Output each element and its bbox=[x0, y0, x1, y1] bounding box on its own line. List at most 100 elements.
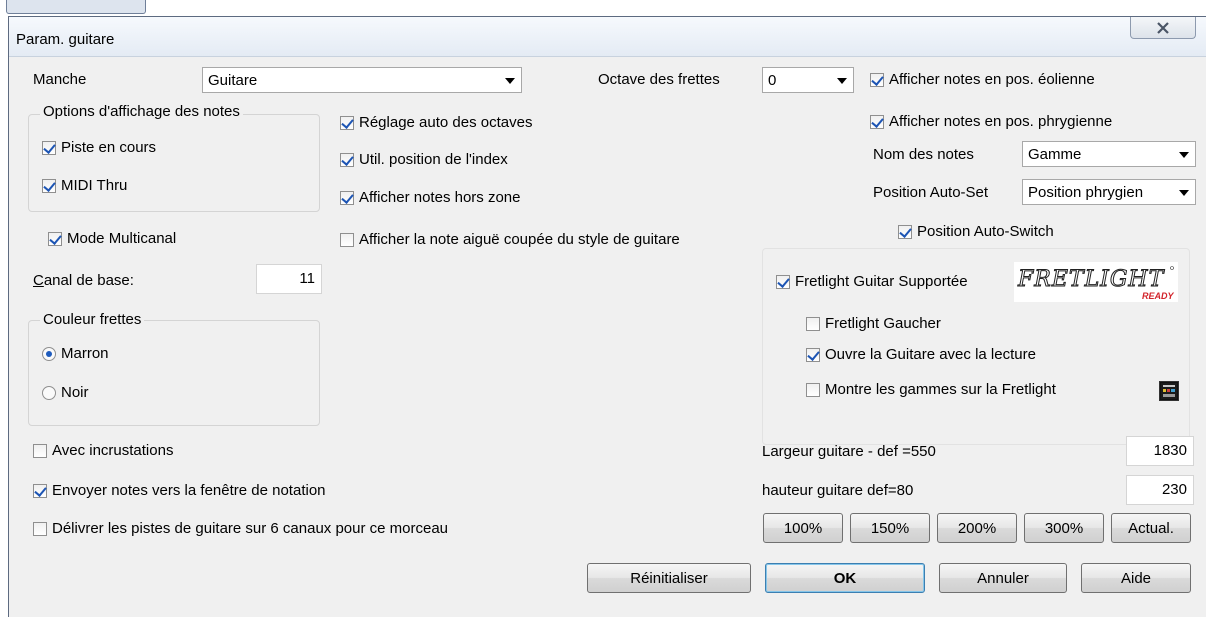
aigue-checkbox-row[interactable]: Afficher la note aiguë coupée du style d… bbox=[340, 231, 680, 248]
aigue-label: Afficher la note aiguë coupée du style d… bbox=[359, 231, 680, 248]
fretlight-logo-sub: READY bbox=[1142, 291, 1175, 301]
largeur-label: Largeur guitare - def =550 bbox=[762, 443, 936, 460]
close-icon bbox=[1157, 21, 1169, 34]
couleur-group-title: Couleur frettes bbox=[40, 312, 145, 328]
hors-zone-checkbox[interactable] bbox=[340, 190, 354, 205]
auto-switch-label: Position Auto-Switch bbox=[917, 223, 1054, 240]
fretlight-supported-label: Fretlight Guitar Supportée bbox=[795, 273, 968, 290]
cancel-button[interactable]: Annuler bbox=[939, 563, 1067, 593]
montre-checkbox-row[interactable]: Montre les gammes sur la Fretlight bbox=[806, 381, 1056, 398]
chevron-down-icon bbox=[1179, 190, 1189, 196]
marron-label: Marron bbox=[61, 345, 109, 362]
aeolian-checkbox-row[interactable]: Afficher notes en pos. éolienne bbox=[870, 71, 1095, 88]
multicanal-checkbox-row[interactable]: Mode Multicanal bbox=[48, 230, 176, 247]
delivrer-checkbox-row[interactable]: Délivrer les pistes de guitare sur 6 can… bbox=[33, 520, 448, 537]
ouvre-label: Ouvre la Guitare avec la lecture bbox=[825, 346, 1036, 363]
index-label: Util. position de l'index bbox=[359, 151, 508, 168]
auto-set-label: Position Auto-Set bbox=[873, 184, 989, 201]
zoom-300-button[interactable]: 300% bbox=[1024, 513, 1104, 543]
octave-value: 0 bbox=[768, 71, 777, 89]
canal-label: Canal de base: bbox=[33, 272, 134, 290]
fretlight-supported-checkbox[interactable] bbox=[776, 274, 790, 289]
fretlight-supported-row[interactable]: Fretlight Guitar Supportée bbox=[776, 273, 968, 290]
chevron-down-icon bbox=[505, 78, 515, 84]
montre-checkbox[interactable] bbox=[806, 382, 820, 397]
envoyer-checkbox[interactable] bbox=[33, 483, 47, 498]
ok-button[interactable]: OK bbox=[765, 563, 925, 593]
hors-zone-label: Afficher notes hors zone bbox=[359, 189, 521, 206]
nom-notes-label: Nom des notes bbox=[873, 146, 974, 163]
midi-thru-label: MIDI Thru bbox=[61, 177, 128, 194]
piste-checkbox-row[interactable]: Piste en cours bbox=[42, 139, 156, 156]
hauteur-input[interactable]: 230 bbox=[1126, 475, 1194, 505]
incrustations-checkbox[interactable] bbox=[33, 443, 47, 458]
marron-radio[interactable] bbox=[42, 346, 56, 361]
nom-notes-value: Gamme bbox=[1028, 145, 1082, 163]
taskbar-tab bbox=[6, 0, 146, 14]
reset-button[interactable]: Réinitialiser bbox=[587, 563, 751, 593]
montre-label: Montre les gammes sur la Fretlight bbox=[825, 381, 1056, 398]
aeolian-checkbox[interactable] bbox=[870, 72, 884, 87]
help-button[interactable]: Aide bbox=[1081, 563, 1191, 593]
octave-select[interactable]: 0 bbox=[762, 67, 854, 93]
ouvre-checkbox[interactable] bbox=[806, 347, 820, 362]
title-bar bbox=[9, 17, 1206, 57]
manche-label: Manche bbox=[33, 71, 87, 88]
multicanal-label: Mode Multicanal bbox=[67, 230, 177, 247]
piste-checkbox[interactable] bbox=[42, 140, 56, 155]
couleur-group bbox=[28, 320, 320, 426]
phrygian-checkbox-row[interactable]: Afficher notes en pos. phrygienne bbox=[870, 113, 1112, 130]
manche-select[interactable]: Guitare bbox=[202, 67, 522, 93]
zoom-200-button[interactable]: 200% bbox=[937, 513, 1017, 543]
aeolian-label: Afficher notes en pos. éolienne bbox=[889, 71, 1095, 88]
index-checkbox-row[interactable]: Util. position de l'index bbox=[340, 151, 508, 168]
midi-thru-checkbox-row[interactable]: MIDI Thru bbox=[42, 177, 127, 194]
auto-switch-checkbox[interactable] bbox=[898, 224, 912, 239]
auto-set-select[interactable]: Position phrygien bbox=[1022, 179, 1196, 205]
scale-display-graphic bbox=[1161, 383, 1177, 399]
auto-switch-checkbox-row[interactable]: Position Auto-Switch bbox=[898, 223, 1054, 240]
incrustations-checkbox-row[interactable]: Avec incrustations bbox=[33, 442, 173, 459]
delivrer-label: Délivrer les pistes de guitare sur 6 can… bbox=[52, 520, 449, 537]
manche-value: Guitare bbox=[208, 71, 258, 89]
ouvre-checkbox-row[interactable]: Ouvre la Guitare avec la lecture bbox=[806, 346, 1036, 363]
fretlight-logo-text: FRETLIGHT bbox=[1017, 267, 1166, 292]
gaucher-label: Fretlight Gaucher bbox=[825, 315, 941, 332]
phrygian-checkbox[interactable] bbox=[870, 114, 884, 129]
envoyer-checkbox-row[interactable]: Envoyer notes vers la fenêtre de notatio… bbox=[33, 482, 326, 499]
nom-notes-select[interactable]: Gamme bbox=[1022, 141, 1196, 167]
scale-display-icon[interactable] bbox=[1159, 381, 1179, 401]
noir-radio-row[interactable]: Noir bbox=[42, 384, 89, 401]
phrygian-label: Afficher notes en pos. phrygienne bbox=[889, 113, 1113, 130]
envoyer-label: Envoyer notes vers la fenêtre de notatio… bbox=[52, 482, 326, 499]
zoom-150-button[interactable]: 150% bbox=[850, 513, 930, 543]
reglage-checkbox-row[interactable]: Réglage auto des octaves bbox=[340, 114, 532, 131]
index-checkbox[interactable] bbox=[340, 152, 354, 167]
close-button[interactable] bbox=[1130, 17, 1196, 39]
canal-accel: C bbox=[33, 272, 44, 289]
largeur-input[interactable]: 1830 bbox=[1126, 436, 1194, 466]
zoom-100-button[interactable]: 100% bbox=[763, 513, 843, 543]
chevron-down-icon bbox=[1179, 152, 1189, 158]
delivrer-checkbox[interactable] bbox=[33, 521, 47, 536]
reglage-checkbox[interactable] bbox=[340, 115, 354, 130]
fretlight-logo-graphic: FRETLIGHT READY bbox=[1017, 266, 1175, 301]
octave-label: Octave des frettes bbox=[598, 71, 720, 88]
aigue-checkbox[interactable] bbox=[340, 232, 354, 247]
canal-input[interactable]: 11 bbox=[256, 264, 322, 294]
multicanal-checkbox[interactable] bbox=[48, 231, 62, 246]
noir-radio[interactable] bbox=[42, 385, 56, 400]
zoom-actual-button[interactable]: Actual. bbox=[1111, 513, 1191, 543]
options-group bbox=[28, 114, 320, 212]
auto-set-value: Position phrygien bbox=[1028, 183, 1144, 201]
marron-radio-row[interactable]: Marron bbox=[42, 345, 109, 362]
hors-zone-checkbox-row[interactable]: Afficher notes hors zone bbox=[340, 189, 520, 206]
noir-label: Noir bbox=[61, 384, 89, 401]
gaucher-checkbox[interactable] bbox=[806, 316, 820, 331]
fretlight-logo: FRETLIGHT READY bbox=[1014, 262, 1178, 302]
midi-thru-checkbox[interactable] bbox=[42, 178, 56, 193]
piste-label: Piste en cours bbox=[61, 139, 157, 156]
canal-label-text: anal de base: bbox=[43, 272, 134, 289]
gaucher-checkbox-row[interactable]: Fretlight Gaucher bbox=[806, 315, 941, 332]
options-group-title: Options d'affichage des notes bbox=[40, 104, 243, 120]
